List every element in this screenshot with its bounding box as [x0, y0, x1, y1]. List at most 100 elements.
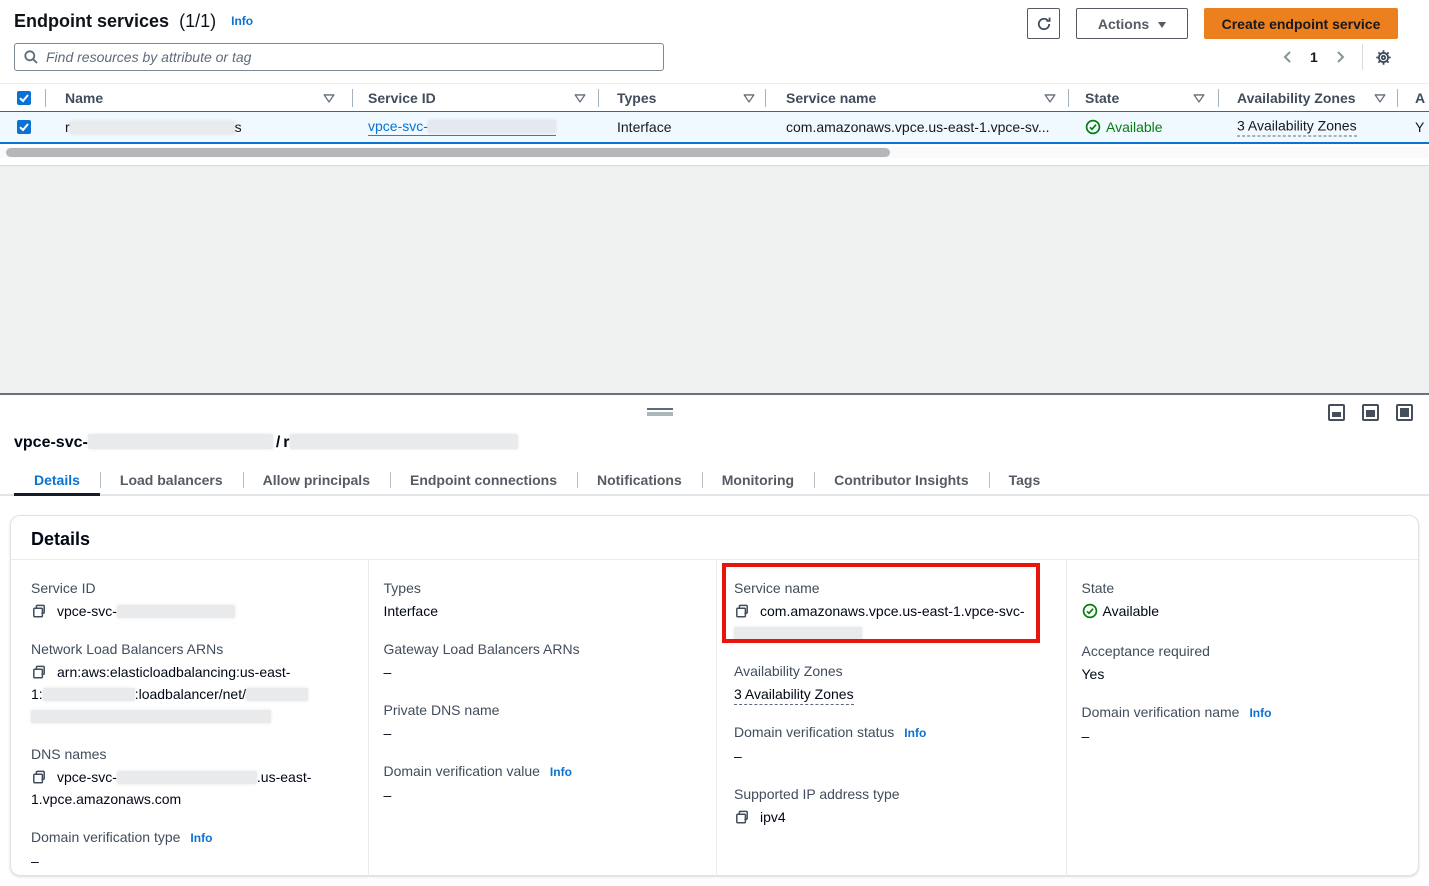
annotation-highlight-box	[722, 563, 1040, 643]
horizontal-scrollbar[interactable]	[0, 147, 1429, 158]
filter-icon[interactable]	[742, 91, 756, 105]
tab-details[interactable]: Details	[14, 465, 100, 494]
cell-types: Interface	[617, 119, 671, 135]
field-state: State Available	[1082, 578, 1419, 624]
column-divider[interactable]	[1068, 89, 1069, 107]
cell-service-name: com.amazonaws.vpce.us-east-1.vpce-sv...	[786, 119, 1050, 135]
column-divider[interactable]	[352, 89, 353, 107]
info-link[interactable]: Info	[904, 726, 926, 740]
cell-service-id-link[interactable]: vpce-svc-	[368, 118, 556, 136]
field-label: Domain verification valueInfo	[384, 761, 717, 783]
column-divider[interactable]	[1218, 89, 1219, 107]
select-all-checkbox[interactable]	[17, 91, 31, 105]
tab-allow-principals[interactable]: Allow principals	[243, 465, 390, 494]
filter-icon[interactable]	[1373, 91, 1387, 105]
info-link[interactable]: Info	[550, 765, 572, 779]
field-gateway-arns: Gateway Load Balancers ARNs –	[384, 639, 717, 683]
column-header-state[interactable]: State	[1085, 90, 1119, 106]
next-page-icon[interactable]	[1332, 49, 1348, 65]
details-column-4: State Available Acceptance required Yes …	[1066, 560, 1419, 876]
tab-load-balancers[interactable]: Load balancers	[100, 465, 243, 494]
field-label: Domain verification nameInfo	[1082, 702, 1419, 724]
create-label: Create endpoint service	[1222, 16, 1381, 32]
table-header: Name Service ID Types Service name State…	[0, 83, 1429, 111]
tab-tags[interactable]: Tags	[989, 465, 1061, 494]
field-domain-verification-value: Domain verification valueInfo –	[384, 761, 717, 806]
actions-label: Actions	[1098, 16, 1149, 32]
pagination-divider	[1362, 44, 1363, 70]
actions-button[interactable]: Actions	[1076, 8, 1188, 39]
column-divider	[45, 89, 46, 107]
field-domain-verification-name: Domain verification nameInfo –	[1082, 702, 1419, 747]
status-available-icon	[1085, 119, 1101, 135]
refresh-button[interactable]	[1027, 8, 1060, 39]
supported-ip-value: ipv4	[760, 809, 786, 825]
tab-bar: Details Load balancers Allow principals …	[0, 465, 1429, 496]
endpoint-services-panel: Endpoint services (1/1) Info Actions Cre…	[0, 0, 1429, 166]
availability-zones-link[interactable]: 3 Availability Zones	[734, 686, 854, 705]
refresh-icon	[1036, 16, 1052, 32]
field-value: –	[384, 722, 717, 744]
redacted-text	[31, 710, 271, 723]
split-panel-drag-handle[interactable]	[647, 408, 673, 416]
field-value: –	[384, 784, 717, 806]
column-divider[interactable]	[765, 89, 766, 107]
nlb-arn-value: arn:aws:elasticloadbalancing:us-east-	[57, 664, 290, 680]
field-value: –	[31, 850, 368, 872]
column-header-service-id[interactable]: Service ID	[368, 90, 436, 106]
tab-endpoint-connections[interactable]: Endpoint connections	[390, 465, 577, 494]
page-title: Endpoint services (1/1) Info	[14, 11, 253, 32]
panel-position-bottom-icon[interactable]	[1328, 404, 1345, 421]
previous-page-icon[interactable]	[1280, 49, 1296, 65]
page-title-text: Endpoint services	[14, 11, 169, 31]
panel-position-full-icon[interactable]	[1396, 404, 1413, 421]
info-link[interactable]: Info	[231, 14, 253, 28]
redacted-text	[428, 120, 556, 133]
page-number[interactable]: 1	[1310, 49, 1318, 65]
info-link[interactable]: Info	[190, 831, 212, 845]
tab-notifications[interactable]: Notifications	[577, 465, 702, 494]
field-availability-zones: Availability Zones 3 Availability Zones	[734, 661, 1066, 705]
redacted-text	[246, 688, 308, 701]
column-divider[interactable]	[598, 89, 599, 107]
dns-name-value: vpce-svc-	[57, 769, 117, 785]
field-supported-ip: Supported IP address type ipv4	[734, 784, 1066, 828]
column-header-availability-zones[interactable]: Availability Zones	[1237, 90, 1356, 106]
tab-monitoring[interactable]: Monitoring	[702, 465, 814, 494]
column-header-types[interactable]: Types	[617, 90, 656, 106]
column-header-name[interactable]: Name	[65, 90, 103, 106]
split-panel: vpce-svc-/r Details Load balancers Allow…	[0, 393, 1429, 886]
copy-icon[interactable]	[31, 603, 47, 619]
cell-acceptance: Y	[1415, 119, 1424, 135]
field-label: Types	[384, 578, 717, 599]
pagination: 1	[1280, 43, 1392, 71]
filter-icon[interactable]	[1192, 91, 1206, 105]
cell-name: rs	[65, 119, 242, 135]
cell-availability-zones[interactable]: 3 Availability Zones	[1237, 118, 1357, 137]
row-checkbox[interactable]	[17, 120, 31, 134]
filter-icon[interactable]	[1043, 91, 1057, 105]
column-divider	[1397, 89, 1398, 107]
copy-icon[interactable]	[31, 769, 47, 785]
search-placeholder: Find resources by attribute or tag	[46, 49, 251, 65]
field-value: Interface	[384, 600, 717, 622]
scrollbar-thumb[interactable]	[6, 148, 890, 157]
info-link[interactable]: Info	[1249, 706, 1271, 720]
column-header-service-name[interactable]: Service name	[786, 90, 876, 106]
copy-icon[interactable]	[734, 809, 750, 825]
create-endpoint-service-button[interactable]: Create endpoint service	[1204, 8, 1398, 39]
table-row[interactable]: rs vpce-svc- Interface com.amazonaws.vpc…	[0, 111, 1429, 144]
panel-position-side-icon[interactable]	[1362, 404, 1379, 421]
filter-icon[interactable]	[322, 91, 336, 105]
search-input[interactable]: Find resources by attribute or tag	[14, 43, 664, 71]
tab-contributor-insights[interactable]: Contributor Insights	[814, 465, 989, 494]
details-column-1: Service ID vpce-svc- Network Load Balanc…	[11, 560, 368, 876]
copy-icon[interactable]	[31, 664, 47, 680]
details-column-2: Types Interface Gateway Load Balancers A…	[368, 560, 717, 876]
field-value: Yes	[1082, 663, 1419, 685]
filter-icon[interactable]	[573, 91, 587, 105]
search-icon	[23, 49, 39, 65]
field-label: Network Load Balancers ARNs	[31, 639, 368, 660]
settings-gear-icon[interactable]	[1375, 49, 1392, 66]
column-header-acceptance[interactable]: A	[1415, 90, 1425, 106]
